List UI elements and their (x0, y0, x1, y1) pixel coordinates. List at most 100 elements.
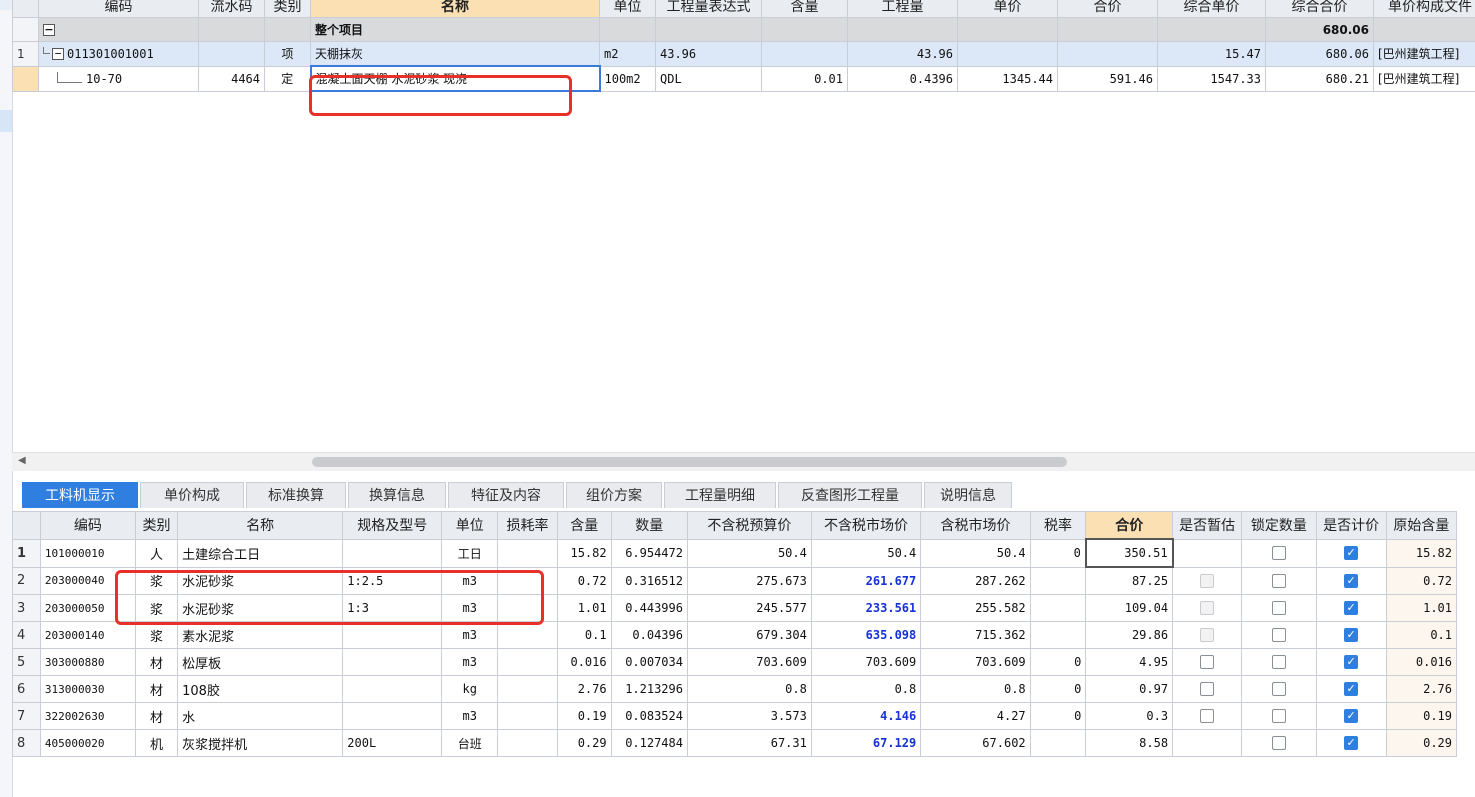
resource-amount[interactable]: 0.3 (1085, 702, 1174, 730)
item-file[interactable]: [巴州建筑工程] (1373, 41, 1475, 67)
tab-features-content[interactable]: 特征及内容 (448, 482, 564, 508)
provisional-cell[interactable] (1172, 621, 1243, 649)
col-header-code[interactable]: 编码 (39, 511, 136, 540)
resource-kind[interactable]: 材 (134, 702, 179, 730)
resource-tax-rate[interactable] (1029, 621, 1087, 649)
resource-name[interactable]: 素水泥浆 (177, 621, 344, 649)
col-header-tax[interactable]: 税率 (1029, 511, 1087, 540)
summary-name[interactable]: 整个项目 (310, 17, 600, 42)
priced-cell[interactable]: ✓ (1315, 566, 1387, 595)
resource-amount[interactable]: 8.58 (1085, 729, 1174, 757)
resource-original-content[interactable]: 1.01 (1385, 594, 1458, 622)
col-header-code[interactable]: 编码 (38, 0, 199, 18)
col-header-name[interactable]: 名称 (310, 0, 600, 18)
item-unit[interactable]: m2 (599, 41, 656, 67)
summary-total[interactable]: 680.06 (1265, 17, 1374, 42)
collapse-icon[interactable]: − (43, 24, 55, 36)
resource-unit[interactable]: m3 (441, 594, 499, 622)
col-header-file[interactable]: 单价构成文件 (1373, 0, 1475, 18)
resource-market-price[interactable]: 635.098 (810, 621, 922, 649)
item-expr[interactable]: 43.96 (655, 41, 762, 67)
resource-unit[interactable]: 工日 (441, 538, 499, 568)
summary-code-cell[interactable]: − (38, 17, 199, 42)
resource-unit[interactable]: m3 (441, 648, 499, 676)
resource-unit[interactable]: 台班 (441, 729, 499, 757)
resource-kind[interactable]: 浆 (134, 566, 179, 595)
resource-loss[interactable] (497, 538, 558, 568)
lock-qty-checkbox[interactable] (1271, 573, 1286, 588)
priced-checkbox[interactable]: ✓ (1344, 736, 1359, 750)
quota-row[interactable]: 10-70 4464 定 混凝土面天棚 水泥砂浆 现浇 100m2 QDL 0.… (12, 65, 1475, 92)
resource-tax-rate[interactable]: 0 (1029, 538, 1087, 568)
quota-kind[interactable]: 定 (264, 65, 311, 92)
resource-amount[interactable]: 87.25 (1085, 566, 1174, 595)
resource-budget-price[interactable]: 275.673 (686, 566, 812, 595)
provisional-checkbox[interactable] (1200, 655, 1215, 669)
resource-market-price-tax[interactable]: 4.27 (920, 702, 1031, 730)
col-header-spec[interactable]: 规格及型号 (342, 511, 443, 540)
resource-budget-price[interactable]: 703.609 (686, 648, 812, 676)
lock-qty-checkbox[interactable] (1271, 655, 1286, 669)
item-total-comp[interactable]: 680.06 (1265, 41, 1374, 67)
resource-name[interactable]: 灰浆搅拌机 (177, 729, 344, 757)
resource-row[interactable]: 5 303000880 材松厚板 m3 0.016 0.007034 703.609 703.… (12, 648, 1458, 676)
resource-kind[interactable]: 人 (134, 538, 179, 568)
lock-qty-cell[interactable] (1241, 566, 1317, 595)
resource-amount[interactable]: 109.04 (1085, 594, 1174, 622)
col-header-price[interactable]: 单价 (957, 0, 1058, 18)
quota-unit-price-comp[interactable]: 1547.33 (1157, 65, 1266, 92)
col-header-name[interactable]: 名称 (177, 511, 344, 540)
resource-market-price-tax[interactable]: 703.609 (920, 648, 1031, 676)
priced-checkbox[interactable]: ✓ (1344, 601, 1359, 615)
resource-content[interactable]: 0.29 (556, 729, 612, 757)
resource-loss[interactable] (497, 675, 558, 703)
resource-code[interactable]: 203000050 (39, 594, 136, 622)
col-header-expr[interactable]: 工程量表达式 (655, 0, 762, 18)
resource-unit[interactable]: m3 (441, 702, 499, 730)
resource-spec[interactable]: 1:2.5 (342, 566, 443, 595)
resource-name[interactable]: 108胶 (177, 675, 344, 703)
resource-tax-rate[interactable] (1029, 566, 1087, 595)
resource-code[interactable]: 313000030 (39, 675, 136, 703)
resource-kind[interactable]: 机 (134, 729, 179, 757)
resource-qty[interactable]: 0.127484 (610, 729, 688, 757)
col-header-provisional[interactable]: 是否暂估 (1172, 511, 1243, 540)
resource-qty[interactable]: 0.443996 (610, 594, 688, 622)
resource-amount[interactable]: 4.95 (1085, 648, 1174, 676)
col-header-content[interactable]: 含量 (556, 511, 612, 540)
item-name[interactable]: 天棚抹灰 (310, 41, 600, 67)
priced-checkbox[interactable]: ✓ (1344, 655, 1359, 669)
resource-original-content[interactable]: 2.76 (1385, 675, 1458, 703)
col-header-content[interactable]: 含量 (761, 0, 848, 18)
lock-qty-cell[interactable] (1241, 729, 1317, 757)
collapse-icon[interactable]: − (52, 48, 64, 61)
lock-qty-checkbox[interactable] (1271, 709, 1286, 723)
resource-budget-price[interactable]: 50.4 (686, 538, 812, 568)
tab-quantity-detail[interactable]: 工程量明细 (664, 482, 776, 508)
col-header-original-content[interactable]: 原始含量 (1385, 511, 1458, 540)
lock-qty-cell[interactable] (1241, 538, 1317, 568)
resource-tax-rate[interactable]: 0 (1029, 648, 1087, 676)
quota-unit[interactable]: 100m2 (599, 65, 656, 92)
resource-original-content[interactable]: 0.72 (1385, 566, 1458, 595)
quota-serial[interactable]: 4464 (198, 65, 265, 92)
provisional-cell[interactable] (1172, 566, 1243, 595)
resource-loss[interactable] (497, 621, 558, 649)
item-kind[interactable]: 项 (264, 41, 311, 67)
resource-original-content[interactable]: 15.82 (1385, 538, 1458, 568)
lock-qty-checkbox[interactable] (1271, 736, 1286, 750)
col-header-loss[interactable]: 损耗率 (497, 511, 558, 540)
resource-market-price[interactable]: 0.8 (810, 675, 922, 703)
resource-budget-price[interactable]: 0.8 (686, 675, 812, 703)
priced-cell[interactable]: ✓ (1315, 702, 1387, 730)
resource-loss[interactable] (497, 594, 558, 622)
resource-spec[interactable] (342, 621, 443, 649)
quota-code-cell[interactable]: 10-70 (38, 65, 199, 92)
resource-qty[interactable]: 0.04396 (610, 621, 688, 649)
resource-row[interactable]: 8 405000020 机灰浆搅拌机 200L 台班 0.29 0.127484 67.31 6… (12, 729, 1458, 757)
col-header-unit[interactable]: 单位 (599, 0, 656, 18)
resource-qty[interactable]: 0.007034 (610, 648, 688, 676)
resource-code[interactable]: 203000140 (39, 621, 136, 649)
resource-spec[interactable] (342, 675, 443, 703)
resource-content[interactable]: 0.1 (556, 621, 612, 649)
